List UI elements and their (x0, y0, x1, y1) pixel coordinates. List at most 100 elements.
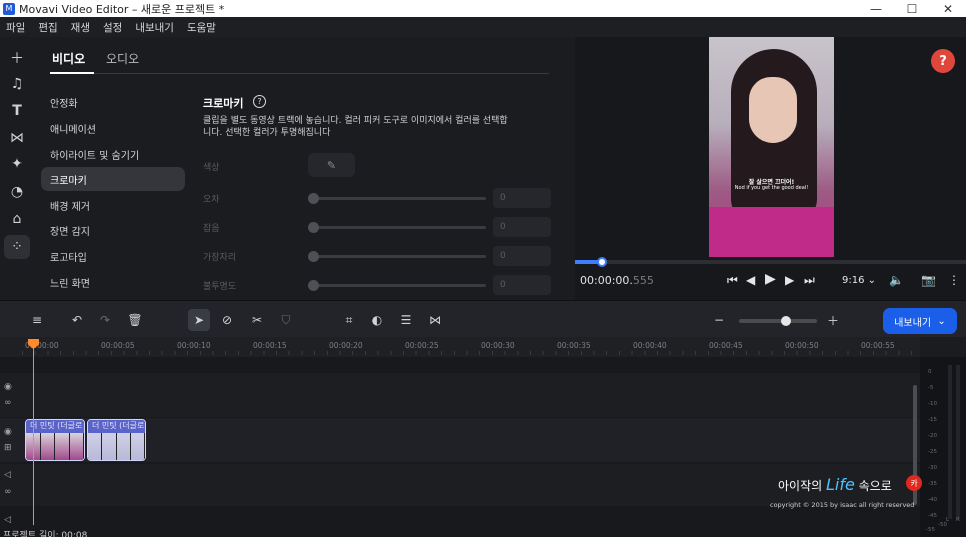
maximize-icon[interactable]: ☐ (894, 2, 930, 16)
close-icon[interactable]: ✕ (930, 2, 966, 16)
ruler-label: 00:00:35 (557, 341, 591, 350)
meter-bar-right (956, 365, 960, 519)
transition-icon[interactable]: ⋈ (424, 309, 446, 331)
tab-video[interactable]: 비디오 (52, 50, 85, 67)
slider-knob[interactable] (308, 251, 319, 262)
text-icon[interactable]: T (4, 99, 30, 123)
speed-icon[interactable]: ◐ (366, 309, 388, 331)
link-icon[interactable]: ∞ (4, 487, 12, 497)
meter-label: -25 (928, 449, 937, 455)
crop-icon[interactable]: ⌗ (338, 309, 360, 331)
zoom-out-icon[interactable]: − (708, 309, 730, 331)
opacity-value[interactable]: 0 (493, 275, 551, 295)
effect-logo[interactable]: 로고타입 (41, 244, 185, 268)
more-options-icon[interactable]: ⋮ (948, 273, 960, 287)
tolerance-value[interactable]: 0 (493, 188, 551, 208)
preview-player: 잘 살으면 끄더어! Nod if you get the good deal!… (575, 37, 966, 300)
slider-knob[interactable] (308, 193, 319, 204)
meter-label: -55 (926, 527, 935, 533)
split-icon[interactable]: ✂ (246, 309, 268, 331)
more-tools-icon[interactable]: ⁘ (4, 235, 30, 259)
effect-highlight-conceal[interactable]: 하이라이트 및 숨기기 (41, 142, 185, 166)
slider-knob[interactable] (308, 280, 319, 291)
menu-settings[interactable]: 설정 (97, 20, 129, 35)
select-tool-icon[interactable]: ➤ (188, 309, 210, 331)
effect-stabilize[interactable]: 안정화 (41, 90, 185, 114)
menu-bar: 파일 편집 재생 설정 내보내기 도움말 (0, 17, 966, 37)
prev-frame-icon[interactable]: ◀ (746, 273, 755, 287)
menu-help[interactable]: 도움말 (181, 20, 223, 35)
music-icon[interactable]: ♫ (4, 72, 30, 96)
menu-export[interactable]: 내보내기 (129, 20, 181, 35)
opacity-slider[interactable] (308, 280, 486, 291)
effect-chroma-key[interactable]: 크로마키 (41, 167, 185, 191)
effect-background-removal[interactable]: 배경 제거 (41, 193, 185, 217)
aspect-ratio-value: 9:16 (842, 275, 865, 286)
freeze-icon[interactable]: ⛉ (275, 309, 297, 331)
filter-icon[interactable]: ◔ (4, 180, 30, 204)
add-track-icon[interactable]: ≡ (26, 309, 48, 331)
ruler-label: 00:00:25 (405, 341, 439, 350)
meter-label: -15 (928, 417, 937, 423)
menu-play[interactable]: 재생 (65, 20, 97, 35)
edges-slider[interactable] (308, 251, 486, 262)
tolerance-slider[interactable] (308, 193, 486, 204)
play-icon[interactable]: ▶ (765, 271, 776, 287)
add-icon[interactable]: ＋ (4, 46, 30, 70)
export-button[interactable]: 내보내기 ⌄ (883, 308, 957, 334)
razor-tool-icon[interactable]: ⊘ (216, 309, 238, 331)
eye-icon[interactable]: ◉ (4, 427, 12, 437)
skip-start-icon[interactable]: ⏮ (727, 273, 738, 288)
color-picker-button[interactable]: ✎ (308, 153, 355, 177)
eye-icon[interactable]: ◉ (4, 382, 12, 392)
ruler-label: 00:00:05 (101, 341, 135, 350)
overlay-track[interactable] (0, 373, 920, 417)
effects-panel: 비디오 오디오 안정화 애니메이션 하이라이트 및 숨기기 크로마키 배경 제거… (34, 37, 574, 300)
ruler-label: 00:00:40 (633, 341, 667, 350)
volume-icon[interactable]: 🔈 (889, 273, 904, 287)
effect-animation[interactable]: 애니메이션 (41, 116, 185, 140)
link-icon[interactable]: ∞ (4, 398, 12, 408)
meter-label: -40 (928, 497, 937, 503)
menu-file[interactable]: 파일 (0, 20, 32, 35)
noise-slider[interactable] (308, 222, 486, 233)
transition-icon[interactable]: ⋈ (4, 126, 30, 150)
scrubber-knob[interactable] (597, 257, 608, 267)
meter-label: -10 (928, 401, 937, 407)
speaker-icon[interactable]: ◁ (4, 515, 11, 525)
meter-bar-left (948, 365, 952, 519)
snapshot-icon[interactable]: 📷 (921, 273, 936, 287)
help-icon[interactable]: ? (253, 95, 266, 108)
tab-audio[interactable]: 오디오 (106, 50, 139, 67)
undo-icon[interactable]: ↶ (66, 309, 88, 331)
speaker-icon[interactable]: ◁ (4, 470, 11, 480)
zoom-slider[interactable] (739, 316, 817, 326)
watermark-pre: 아이작의 (778, 479, 826, 493)
sticker-icon[interactable]: ⌂ (4, 207, 30, 231)
tab-divider (50, 73, 549, 74)
effect-slow-motion[interactable]: 느린 화면 (41, 270, 185, 294)
effect-scene-detect[interactable]: 장면 감지 (41, 218, 185, 242)
next-frame-icon[interactable]: ▶ (785, 273, 794, 287)
lock-icon[interactable]: ⊞ (4, 443, 12, 453)
minimize-icon[interactable]: — (858, 2, 894, 16)
zoom-knob[interactable] (780, 316, 791, 326)
aspect-ratio-select[interactable]: 9:16 ⌄ (842, 275, 876, 286)
magic-wand-icon[interactable]: ✦ (4, 152, 30, 176)
edges-value[interactable]: 0 (493, 246, 551, 266)
preview-scrubber[interactable] (575, 257, 966, 267)
zoom-in-icon[interactable]: ＋ (822, 309, 844, 331)
delete-icon[interactable]: 🗑 (124, 309, 146, 331)
noise-value[interactable]: 0 (493, 217, 551, 237)
menu-edit[interactable]: 편집 (32, 20, 64, 35)
timeline-ruler[interactable]: 00:00:00 00:00:05 00:00:10 00:00:15 00:0… (0, 337, 920, 357)
playhead-line[interactable] (33, 340, 34, 525)
skip-end-icon[interactable]: ⏭ (804, 273, 815, 288)
help-button[interactable]: ? (931, 49, 955, 73)
timeline-clip[interactable]: 더 민팃 (더글로 (25, 419, 85, 461)
slider-knob[interactable] (308, 222, 319, 233)
timeline-clip[interactable]: 더 민팃 (더글로 (87, 419, 146, 461)
redo-icon[interactable]: ↷ (94, 309, 116, 331)
adjust-icon[interactable]: ☰ (395, 309, 417, 331)
timecode-ms: 555 (632, 274, 654, 287)
